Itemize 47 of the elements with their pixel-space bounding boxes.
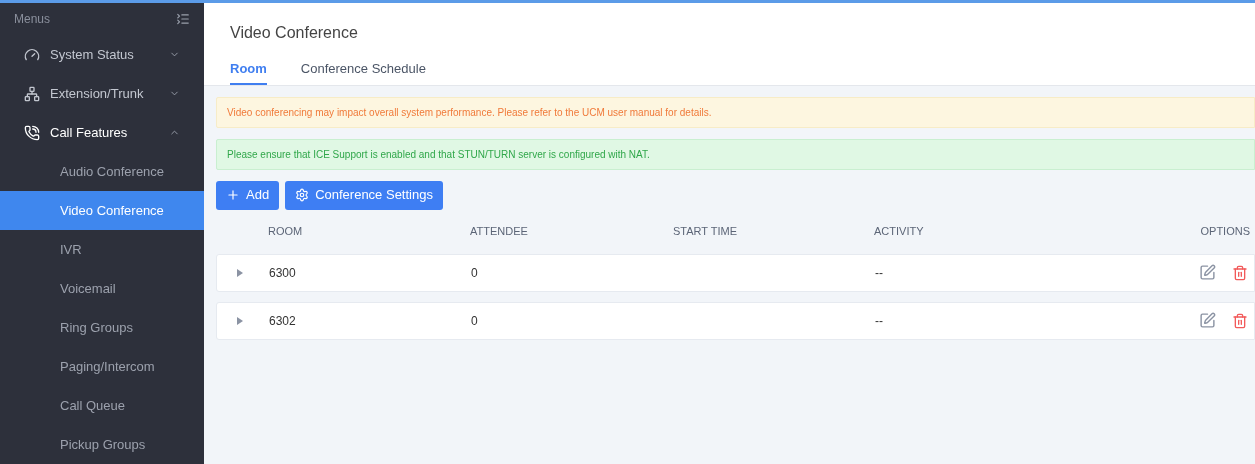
tab[interactable]: Conference Schedule	[300, 59, 426, 85]
edit-icon[interactable]	[1199, 312, 1216, 329]
page-title: Video Conference	[230, 23, 358, 43]
column-header: OPTIONS	[1200, 224, 1250, 240]
column-header: START TIME	[673, 225, 737, 238]
tab[interactable]: Room	[230, 59, 267, 85]
sidebar-item[interactable]: Call Queue	[0, 386, 204, 425]
delete-icon[interactable]	[1232, 312, 1248, 329]
sidebar-item[interactable]: IVR	[0, 230, 204, 269]
sidebar-group-label: System Status	[50, 45, 135, 64]
table-cell: --	[875, 313, 883, 328]
collapse-menu-icon[interactable]	[176, 12, 190, 26]
sidebar-group[interactable]: System Status	[0, 35, 204, 74]
alert-banner: Video conferencing may impact overall system performance. Please refer to the UCM user manual for details.	[216, 96, 1255, 128]
sidebar-group-label: Call Features	[50, 123, 129, 142]
expand-icon[interactable]	[237, 268, 243, 277]
sidebar-item[interactable]: Ring Groups	[0, 308, 204, 347]
sidebar-title: Menus	[14, 11, 51, 28]
column-header: ACTIVITY	[874, 225, 924, 238]
table-cell: 6300	[269, 265, 296, 280]
alert-banner: Please ensure that ICE Support is enabled and that STUN/TURN server is configured with NAT.	[216, 138, 1255, 170]
table-cell: 0	[471, 265, 478, 280]
phone-icon	[24, 124, 40, 141]
sidebar-item[interactable]: Audio Conference	[0, 152, 204, 191]
gauge-icon	[24, 46, 40, 63]
sidebar-item[interactable]: Video Conference	[0, 191, 204, 230]
table-row[interactable]: 6300 0 --	[216, 253, 1255, 292]
settings-icon	[295, 188, 310, 202]
delete-icon[interactable]	[1232, 264, 1248, 281]
sidebar-group-label: Extension/Trunk	[50, 84, 145, 103]
sidebar-item[interactable]: Voicemail	[0, 269, 204, 308]
column-header: ATTENDEE	[470, 225, 528, 238]
sidebar-group[interactable]: Call Features	[0, 113, 204, 152]
table-cell: --	[875, 265, 883, 280]
sidebar-item[interactable]: Paging/Intercom	[0, 347, 204, 386]
sidebar-group[interactable]: Extension/Trunk	[0, 74, 204, 113]
plus-icon	[226, 188, 240, 202]
network-icon	[24, 85, 40, 102]
toolbar-button[interactable]: Conference Settings	[285, 180, 443, 210]
table-cell: 6302	[269, 313, 296, 328]
column-header: ROOM	[268, 225, 303, 238]
table-cell: 0	[471, 313, 478, 328]
expand-icon[interactable]	[237, 316, 243, 325]
table-row[interactable]: 6302 0 --	[216, 301, 1255, 340]
toolbar-button[interactable]: Add	[216, 180, 280, 210]
sidebar-item[interactable]: Pickup Groups	[0, 425, 204, 464]
edit-icon[interactable]	[1199, 264, 1216, 281]
